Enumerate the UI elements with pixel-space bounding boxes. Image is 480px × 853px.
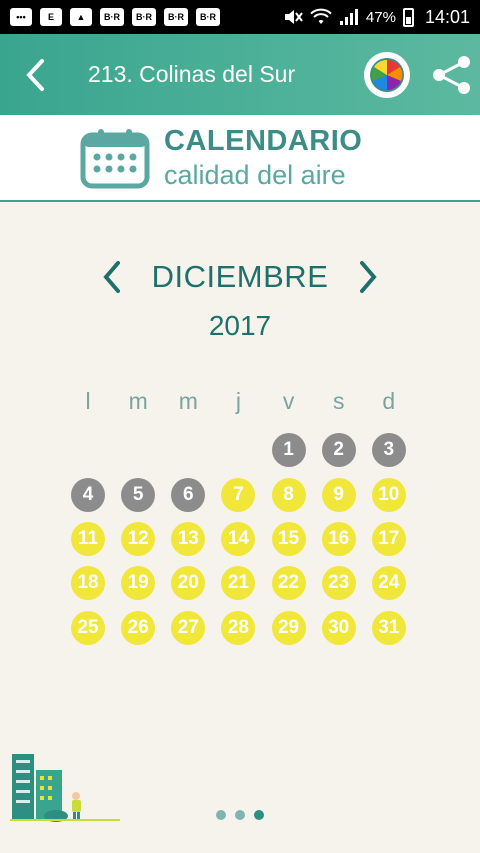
day-cell[interactable]: 30 bbox=[321, 610, 356, 645]
day-cell[interactable]: 12 bbox=[121, 521, 156, 556]
day-cell[interactable]: 18 bbox=[71, 566, 106, 601]
day-cell[interactable]: 19 bbox=[121, 566, 156, 601]
weekday-label: v bbox=[282, 388, 295, 414]
station-title: 213. Colinas del Sur bbox=[88, 61, 296, 87]
day-cell[interactable]: 21 bbox=[221, 566, 256, 601]
day-cell[interactable]: 25 bbox=[71, 610, 106, 645]
chevron-right-icon bbox=[360, 261, 377, 293]
chevron-left-icon bbox=[26, 58, 44, 91]
mute-icon bbox=[284, 10, 303, 24]
day-cell[interactable]: 14 bbox=[221, 521, 256, 556]
calendar-days-grid: 1 2 3 4 5 6 7 8 9 10 11 12 13 14 15 16 17 18 19 20 21 22 23 24 2… bbox=[63, 428, 414, 650]
back-button[interactable] bbox=[0, 34, 70, 115]
day-cell-empty bbox=[221, 433, 255, 467]
day-cell[interactable]: 1 bbox=[271, 433, 306, 468]
day-cell[interactable]: 28 bbox=[221, 610, 256, 645]
chevron-left-icon bbox=[103, 261, 120, 293]
day-cell[interactable]: 24 bbox=[371, 566, 406, 601]
wifi-icon bbox=[310, 8, 332, 24]
app-e-icon: E bbox=[40, 8, 62, 26]
day-cell[interactable]: 31 bbox=[371, 610, 406, 645]
br-icon: B·R bbox=[164, 8, 188, 26]
day-cell[interactable]: 6 bbox=[171, 477, 206, 512]
day-cell[interactable]: 27 bbox=[171, 610, 206, 645]
previous-month-button[interactable] bbox=[89, 254, 135, 300]
day-cell[interactable]: 9 bbox=[321, 477, 356, 512]
weekday-label: d bbox=[382, 388, 396, 414]
day-cell[interactable]: 2 bbox=[321, 433, 356, 468]
page-dot-active[interactable] bbox=[254, 810, 264, 820]
status-bar: ••• E ▲ B·R B·R B·R B·R 47% 14:01 bbox=[0, 0, 480, 34]
day-cell[interactable]: 20 bbox=[171, 566, 206, 601]
page-dot[interactable] bbox=[235, 810, 245, 820]
day-cell-empty bbox=[171, 433, 205, 467]
weekday-label: s bbox=[332, 388, 345, 414]
weekday-label: l bbox=[85, 388, 91, 414]
calendar-subtitle: calidad del aire bbox=[164, 159, 346, 190]
clock: 14:01 bbox=[424, 6, 470, 27]
day-cell-empty bbox=[71, 433, 105, 467]
day-cell[interactable]: 26 bbox=[121, 610, 156, 645]
share-icon bbox=[433, 55, 470, 94]
day-cell-empty bbox=[121, 433, 155, 467]
color-wheel-icon bbox=[370, 57, 404, 92]
br-icon: B·R bbox=[196, 8, 220, 26]
month-navigation: DICIEMBRE bbox=[0, 252, 480, 302]
br-icon: B·R bbox=[100, 8, 124, 26]
day-cell[interactable]: 10 bbox=[371, 477, 406, 512]
app-bar: 213. Colinas del Sur bbox=[0, 34, 480, 115]
share-button[interactable] bbox=[424, 34, 480, 115]
day-cell[interactable]: 23 bbox=[321, 566, 356, 601]
weekday-header: l m m j v s d bbox=[63, 388, 414, 415]
day-cell[interactable]: 5 bbox=[121, 477, 156, 512]
gallery-icon: ▲ bbox=[70, 8, 92, 26]
page-dot[interactable] bbox=[216, 810, 226, 820]
signal-icon bbox=[339, 9, 358, 25]
weekday-label: m bbox=[128, 388, 148, 414]
calendar-icon bbox=[80, 128, 150, 188]
day-cell[interactable]: 17 bbox=[371, 521, 406, 556]
day-cell[interactable]: 16 bbox=[321, 521, 356, 556]
battery-percent: 47% bbox=[365, 8, 396, 26]
day-cell[interactable]: 11 bbox=[71, 521, 106, 556]
br-icon: B·R bbox=[132, 8, 156, 26]
day-cell[interactable]: 22 bbox=[271, 566, 306, 601]
battery-icon bbox=[402, 7, 414, 27]
day-cell[interactable]: 3 bbox=[371, 433, 406, 468]
day-cell[interactable]: 4 bbox=[71, 477, 106, 512]
month-name: DICIEMBRE bbox=[151, 259, 329, 294]
day-cell[interactable]: 13 bbox=[171, 521, 206, 556]
weekday-label: j bbox=[235, 388, 241, 414]
air-quality-legend-button[interactable] bbox=[364, 51, 410, 98]
day-cell[interactable]: 7 bbox=[221, 477, 256, 512]
next-month-button[interactable] bbox=[345, 254, 391, 300]
calendar-title: CALENDARIO bbox=[164, 124, 363, 157]
day-cell[interactable]: 15 bbox=[271, 521, 306, 556]
year: 2017 bbox=[208, 310, 272, 341]
messenger-icon: ••• bbox=[10, 8, 32, 26]
calendar-header: CALENDARIO calidad del aire bbox=[0, 115, 480, 202]
day-cell[interactable]: 29 bbox=[271, 610, 306, 645]
day-cell[interactable]: 8 bbox=[271, 477, 306, 512]
page-indicator bbox=[0, 810, 480, 820]
weekday-label: m bbox=[178, 388, 198, 414]
